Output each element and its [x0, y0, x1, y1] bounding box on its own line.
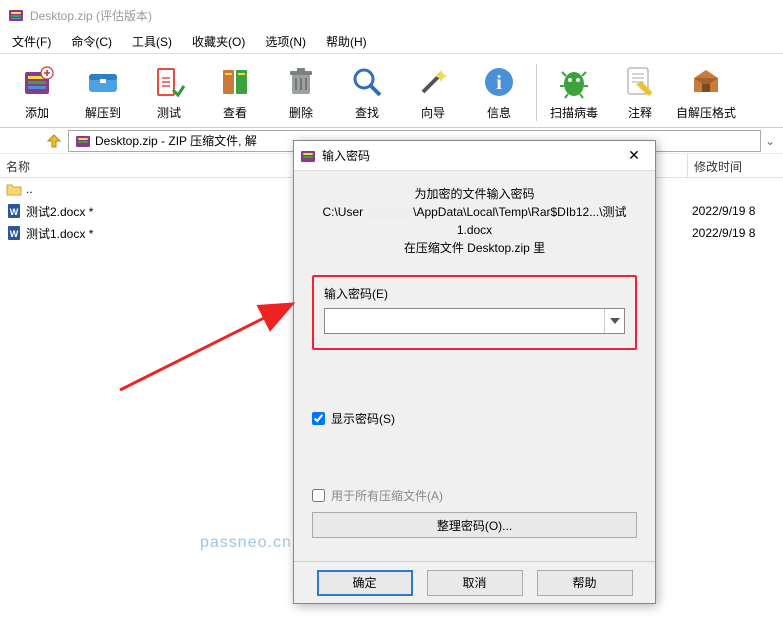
window-title: Desktop.zip (评估版本) [30, 7, 152, 24]
col-mtime[interactable]: 修改时间 [688, 154, 783, 177]
dialog-body: 为加密的文件输入密码 C:\User\AppData\Local\Temp\Ra… [294, 171, 655, 561]
toolbar-info-label: 信息 [487, 104, 511, 121]
toolbar-info[interactable]: i 信息 [466, 60, 532, 125]
cancel-button[interactable]: 取消 [427, 570, 523, 596]
toolbar-scan-label: 扫描病毒 [550, 104, 598, 121]
up-icon[interactable] [44, 131, 64, 151]
password-highlight-box: 输入密码(E) [312, 275, 637, 350]
menu-help[interactable]: 帮助(H) [318, 31, 375, 52]
toolbar-delete[interactable]: 删除 [268, 60, 334, 125]
toolbar-view[interactable]: 查看 [202, 60, 268, 125]
toolbar-separator [536, 64, 537, 121]
comment-icon [622, 64, 658, 100]
close-button[interactable]: ✕ [619, 147, 649, 164]
password-dialog: 输入密码 ✕ 为加密的文件输入密码 C:\User\AppData\Local\… [293, 140, 656, 604]
app-icon [8, 7, 24, 23]
svg-text:i: i [496, 72, 502, 94]
file-mtime: 2022/9/19 8 [692, 204, 777, 218]
dialog-footer: 确定 取消 帮助 [294, 561, 655, 603]
info-line2: C:\User\AppData\Local\Temp\Rar$DIb12...\… [312, 203, 637, 239]
use-for-all-label: 用于所有压缩文件(A) [331, 487, 443, 504]
toolbar: 添加 解压到 测试 查看 删除 查找 向导 i 信息 扫描病毒 注释 自解压格式 [0, 54, 783, 128]
menu-file[interactable]: 文件(F) [4, 31, 59, 52]
menu-favorite[interactable]: 收藏夹(O) [184, 31, 253, 52]
docx-icon: W [6, 203, 22, 219]
show-password-label: 显示密码(S) [331, 410, 395, 427]
titlebar: Desktop.zip (评估版本) [0, 0, 783, 30]
organize-passwords-button[interactable]: 整理密码(O)... [312, 512, 637, 538]
find-icon [349, 64, 385, 100]
toolbar-find[interactable]: 查找 [334, 60, 400, 125]
file-mtime: 2022/9/19 8 [692, 226, 777, 240]
password-input-wrap [324, 308, 625, 334]
info-icon: i [481, 64, 517, 100]
view-icon [217, 64, 253, 100]
toolbar-sfx[interactable]: 自解压格式 [673, 60, 739, 125]
docx-icon: W [6, 225, 22, 241]
add-icon [19, 64, 55, 100]
svg-text:W: W [10, 229, 19, 239]
toolbar-delete-label: 删除 [289, 104, 313, 121]
toolbar-wizard-label: 向导 [421, 104, 445, 121]
toolbar-find-label: 查找 [355, 104, 379, 121]
toolbar-add[interactable]: 添加 [4, 60, 70, 125]
test-icon [151, 64, 187, 100]
toolbar-extract[interactable]: 解压到 [70, 60, 136, 125]
ok-button[interactable]: 确定 [317, 570, 413, 596]
show-password-checkbox[interactable] [312, 412, 325, 425]
redacted [363, 207, 413, 219]
scan-icon [556, 64, 592, 100]
help-button[interactable]: 帮助 [537, 570, 633, 596]
menu-option[interactable]: 选项(N) [257, 31, 314, 52]
toolbar-test[interactable]: 测试 [136, 60, 202, 125]
password-input[interactable] [325, 309, 604, 333]
app-icon [300, 148, 316, 164]
password-history-dropdown[interactable] [604, 309, 624, 333]
dialog-titlebar: 输入密码 ✕ [294, 141, 655, 171]
toolbar-extract-label: 解压到 [85, 104, 121, 121]
info-line1: 为加密的文件输入密码 [312, 185, 637, 203]
path-text: Desktop.zip - ZIP 压缩文件, 解 [95, 132, 257, 149]
dialog-info: 为加密的文件输入密码 C:\User\AppData\Local\Temp\Ra… [312, 185, 637, 257]
toolbar-wizard[interactable]: 向导 [400, 60, 466, 125]
show-password-row[interactable]: 显示密码(S) [312, 410, 637, 427]
annotation-arrow [110, 300, 310, 420]
watermark: passneo.cn [200, 534, 292, 552]
path-dropdown[interactable]: ⌄ [761, 134, 779, 148]
toolbar-comment[interactable]: 注释 [607, 60, 673, 125]
toolbar-add-label: 添加 [25, 104, 49, 121]
toolbar-scan[interactable]: 扫描病毒 [541, 60, 607, 125]
menubar: 文件(F) 命令(C) 工具(S) 收藏夹(O) 选项(N) 帮助(H) [0, 30, 783, 54]
toolbar-test-label: 测试 [157, 104, 181, 121]
use-for-all-checkbox[interactable] [312, 489, 325, 502]
archive-icon [75, 133, 91, 149]
toolbar-sfx-label: 自解压格式 [676, 104, 736, 121]
chevron-down-icon [610, 318, 620, 324]
extract-icon [85, 64, 121, 100]
toolbar-comment-label: 注释 [628, 104, 652, 121]
dialog-title: 输入密码 [322, 147, 619, 164]
sfx-icon [688, 64, 724, 100]
use-for-all-row[interactable]: 用于所有压缩文件(A) [312, 487, 637, 504]
menu-tool[interactable]: 工具(S) [124, 31, 180, 52]
svg-text:W: W [10, 207, 19, 217]
folder-up-icon [6, 181, 22, 197]
delete-icon [283, 64, 319, 100]
toolbar-view-label: 查看 [223, 104, 247, 121]
menu-command[interactable]: 命令(C) [63, 31, 120, 52]
info-line3: 在压缩文件 Desktop.zip 里 [312, 239, 637, 257]
wizard-icon [415, 64, 451, 100]
password-label: 输入密码(E) [324, 287, 388, 301]
